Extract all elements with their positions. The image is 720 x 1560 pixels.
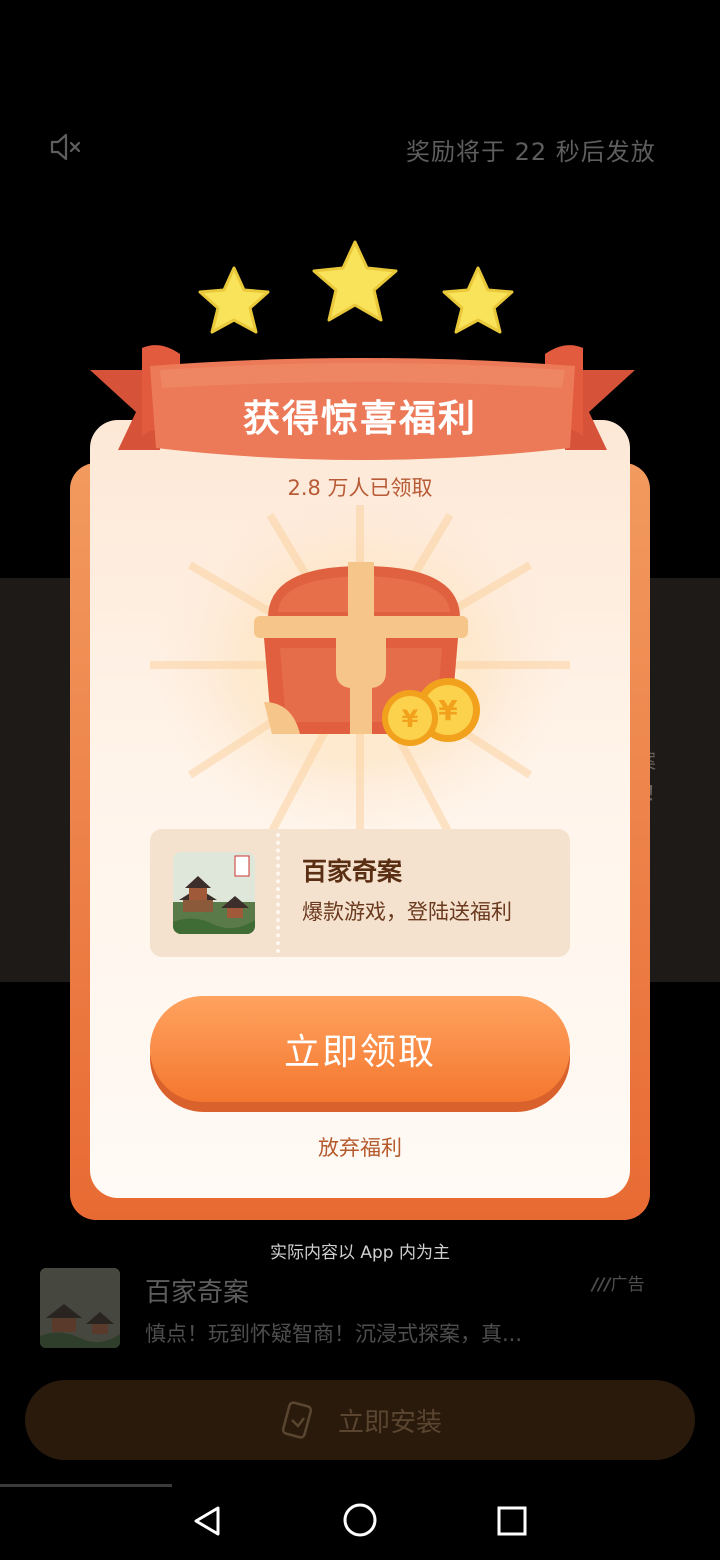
ad-logo-icon: /// <box>592 1275 611 1295</box>
install-now-button[interactable]: 立即安装 <box>25 1380 695 1460</box>
ad-tag-label: 广告 <box>610 1275 645 1295</box>
recents-square-icon[interactable] <box>497 1506 527 1536</box>
popup-title: 获得惊喜福利 <box>243 397 477 440</box>
install-button-label: 立即安装 <box>337 1407 442 1438</box>
back-triangle-icon[interactable] <box>190 1504 224 1538</box>
claimed-count: 2.8 万人已领取 <box>287 476 433 500</box>
svg-text:¥: ¥ <box>438 694 458 727</box>
home-circle-icon[interactable] <box>342 1502 378 1538</box>
system-navigation-bar <box>0 1488 720 1560</box>
reward-countdown: 奖励将于 22 秒后发放 <box>406 138 656 166</box>
app-download-icon <box>281 1401 313 1439</box>
rating-stars <box>198 240 514 334</box>
ad-tag: ///广告 <box>592 1270 645 1295</box>
game-slogan: 爆款游戏，登陆送福利 <box>302 900 512 924</box>
ticket-divider <box>276 833 280 953</box>
disclaimer-text: 实际内容以 App 内为主 <box>269 1243 451 1263</box>
ad-description: 慎点！玩到怀疑智商！沉浸式探案，真... <box>145 1322 523 1346</box>
claim-now-button[interactable]: 立即领取 <box>150 996 570 1102</box>
star-icon <box>312 240 398 322</box>
app-thumbnail[interactable] <box>40 1268 120 1348</box>
ad-app-name[interactable]: 百家奇案 <box>145 1272 249 1309</box>
speaker-muted-icon[interactable] <box>50 132 84 162</box>
star-icon <box>198 266 270 334</box>
yuan-coins-icon: ¥ ¥ <box>382 678 480 746</box>
svg-text:¥: ¥ <box>402 705 419 733</box>
video-progress-bar <box>0 1484 172 1487</box>
star-icon <box>442 266 514 334</box>
game-name: 百家奇案 <box>302 857 403 886</box>
game-thumbnail <box>173 852 255 934</box>
claim-button-label: 立即领取 <box>283 1032 436 1073</box>
abandon-benefit-link[interactable]: 放弃福利 <box>90 1132 630 1162</box>
